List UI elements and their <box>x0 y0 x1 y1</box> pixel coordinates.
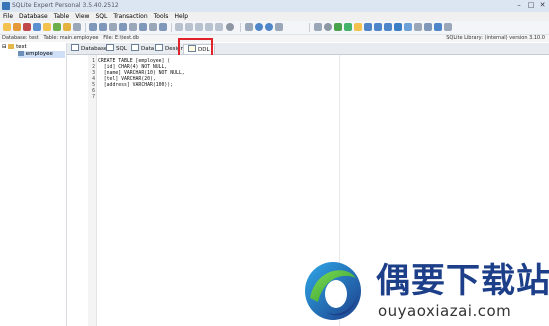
info-bar: Database: test Table: main.employee File… <box>0 35 549 42</box>
line-number: 7 <box>92 95 95 100</box>
options-icon[interactable] <box>444 23 452 31</box>
execute-icon[interactable] <box>334 23 342 31</box>
watermark-logo-icon <box>305 262 361 320</box>
insert-record-icon[interactable] <box>384 23 392 31</box>
tree-node-employee[interactable]: employee <box>18 51 65 58</box>
info-table: Table: main.employee <box>43 35 99 41</box>
folder-icon[interactable] <box>43 23 51 31</box>
previous-record-icon[interactable] <box>324 23 332 31</box>
maximize-button[interactable]: □ <box>526 1 536 10</box>
tree-label-employee: employee <box>25 51 53 57</box>
menu-file[interactable]: File <box>0 12 16 21</box>
new-view-icon[interactable] <box>119 23 127 31</box>
watermark-brand: 偶要下载站 <box>376 261 549 301</box>
back-icon[interactable] <box>255 23 263 31</box>
close-button[interactable]: ✕ <box>537 1 548 10</box>
first-record-icon[interactable] <box>314 23 322 31</box>
sql-tab-icon <box>106 44 114 51</box>
new-database-icon[interactable] <box>13 23 21 31</box>
info-library: SQLite Library: (internal) version 3.10.… <box>446 35 545 41</box>
import-icon[interactable] <box>149 23 157 31</box>
database-icon <box>8 44 15 49</box>
design-tab-icon <box>155 44 163 51</box>
tree-label-test: test <box>16 44 27 50</box>
menu-bar: File Database Table View SQL Transaction Tools… <box>0 12 549 21</box>
last-record-icon[interactable] <box>374 23 382 31</box>
menu-database[interactable]: Database <box>16 12 51 21</box>
toolbar-separator <box>240 23 241 32</box>
code-line: [address] VARCHAR(100)); <box>98 83 174 88</box>
new-table-icon[interactable] <box>89 23 97 31</box>
refresh-data-icon[interactable] <box>424 23 432 31</box>
info-database: Database: test <box>2 35 39 41</box>
attach-database-icon[interactable] <box>33 23 41 31</box>
cut-icon[interactable] <box>175 23 183 31</box>
tab-label: SQL <box>116 46 127 52</box>
info-left: Database: test Table: main.employee File… <box>2 35 139 42</box>
find-icon[interactable] <box>215 23 223 31</box>
menu-transaction[interactable]: Transaction <box>110 12 150 21</box>
toolbar-separator <box>309 23 310 32</box>
minimize-button[interactable]: – <box>514 1 524 10</box>
post-record-icon[interactable] <box>404 23 412 31</box>
undo-icon[interactable] <box>245 23 253 31</box>
export-icon[interactable] <box>159 23 167 31</box>
database-tab-icon <box>71 44 79 51</box>
tab-label: Data <box>141 46 155 52</box>
key-icon[interactable] <box>63 23 71 31</box>
paste-icon[interactable] <box>195 23 203 31</box>
database-tree: ⊟ test employee <box>0 43 67 326</box>
cancel-record-icon[interactable] <box>414 23 422 31</box>
menu-table[interactable]: Table <box>51 12 73 21</box>
watermark-url: ouyaoxiazai.com <box>378 302 512 320</box>
table-icon <box>18 51 24 56</box>
forward-icon[interactable] <box>265 23 273 31</box>
tab-data[interactable]: Data <box>131 44 154 53</box>
menu-sql[interactable]: SQL <box>92 12 110 21</box>
menu-tools[interactable]: Tools <box>151 12 172 21</box>
data-tab-icon <box>131 44 139 51</box>
close-database-icon[interactable] <box>23 23 31 31</box>
drop-table-icon[interactable] <box>109 23 117 31</box>
watermark: 偶要下载站 ouyaoxiazai.com <box>302 258 549 324</box>
tree-node-test[interactable]: ⊟ test <box>2 44 27 51</box>
delete-icon[interactable] <box>205 23 213 31</box>
settings-icon[interactable] <box>73 23 81 31</box>
toolbar-separator <box>85 23 86 32</box>
info-file: File: E:\test.db <box>103 35 139 41</box>
commit-icon[interactable] <box>344 23 352 31</box>
tab-database[interactable]: Database <box>71 44 107 53</box>
edit-table-icon[interactable] <box>99 23 107 31</box>
app-icon <box>2 2 10 10</box>
toolbar <box>0 21 549 35</box>
refresh-icon[interactable] <box>53 23 61 31</box>
menu-help[interactable]: Help <box>171 12 191 21</box>
tab-sql[interactable]: SQL <box>106 44 127 53</box>
expand-icon[interactable]: ⊟ <box>2 44 7 50</box>
filter-icon[interactable] <box>434 23 442 31</box>
window-title: SQLite Expert Personal 3.5.40.2512 <box>12 2 119 9</box>
new-index-icon[interactable] <box>129 23 137 31</box>
stop-icon[interactable] <box>226 23 234 31</box>
tab-label: Database <box>81 46 108 52</box>
toolbar-separator <box>171 23 172 32</box>
next-record-icon[interactable] <box>364 23 372 31</box>
new-trigger-icon[interactable] <box>139 23 147 31</box>
tab-strip: Database SQL Data Design DDL <box>67 43 549 55</box>
copy-icon[interactable] <box>185 23 193 31</box>
menu-view[interactable]: View <box>72 12 92 21</box>
save-icon[interactable] <box>354 23 362 31</box>
open-database-icon[interactable] <box>3 23 11 31</box>
redo-icon[interactable] <box>275 23 283 31</box>
edit-record-icon[interactable] <box>394 23 402 31</box>
